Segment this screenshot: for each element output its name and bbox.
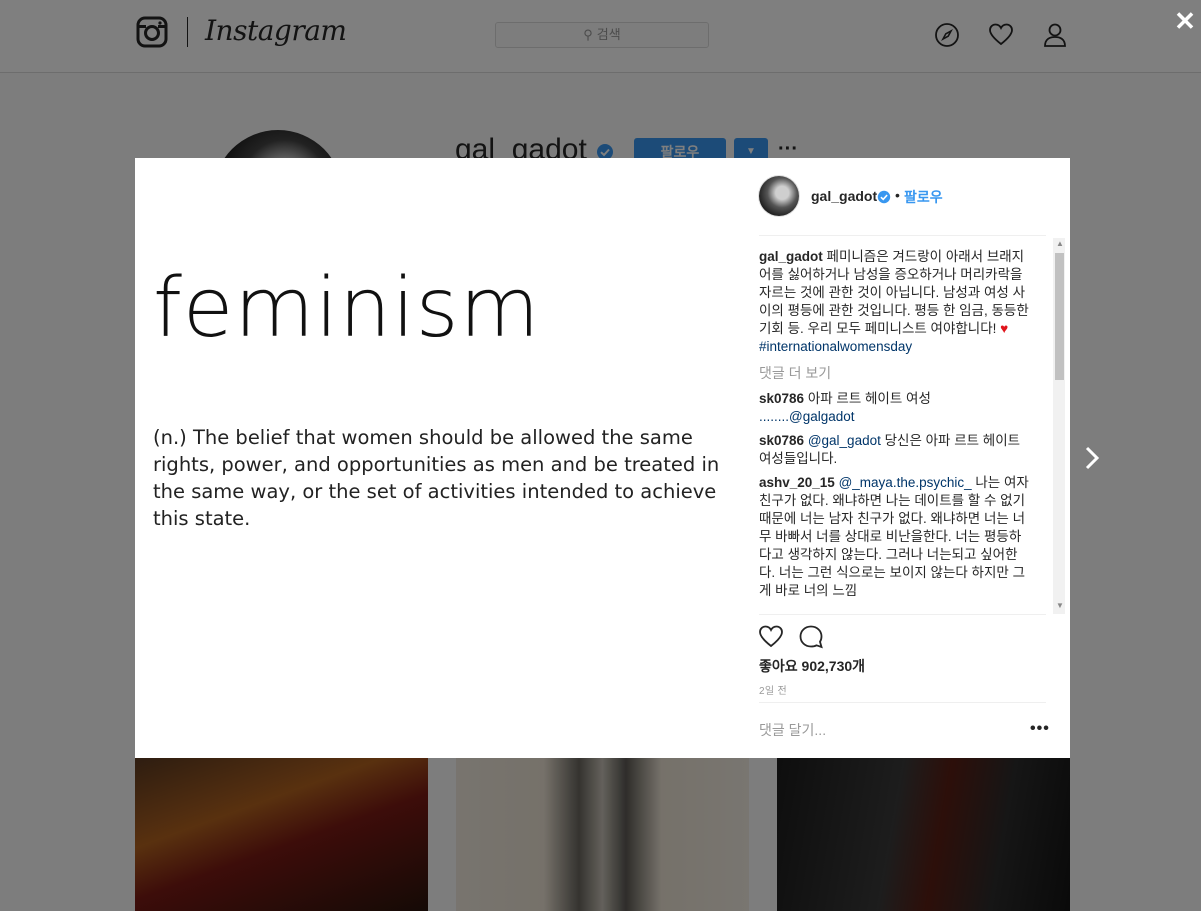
hashtag-link[interactable]: #internationalwomensday: [759, 339, 912, 354]
close-icon[interactable]: ✕: [1172, 8, 1198, 34]
comment-mention-link[interactable]: ........@galgadot: [759, 409, 855, 424]
caption-username[interactable]: gal_gadot: [759, 249, 823, 264]
comment-username[interactable]: sk0786: [759, 391, 804, 406]
comment-text: 아파 르트 헤이트 여성: [807, 391, 931, 406]
post-modal: feminism (n.) The belief that women shou…: [135, 158, 1070, 758]
avatar[interactable]: [759, 176, 799, 216]
comment-item: ashv_20_15 @_maya.the.psychic_ 나는 여자 친구가…: [759, 474, 1029, 600]
comment-item: sk0786 @gal_gadot 당신은 아파 르트 헤이트 여성들입니다.: [759, 432, 1029, 468]
comment-username[interactable]: sk0786: [759, 433, 804, 448]
post-header: gal_gadot • 팔로우: [735, 158, 1070, 236]
image-headline: feminism: [153, 261, 541, 356]
comment-text: 나는 여자 친구가 없다. 왜냐하면 나는 데이트를 할 수 없기 때문에 너는…: [759, 475, 1029, 598]
comment-mention-link[interactable]: @_maya.the.psychic_: [839, 475, 972, 490]
post-sidebar: gal_gadot • 팔로우 gal_gadot 페미니즘은 겨드랑이 아래서…: [735, 158, 1070, 758]
post-author-username[interactable]: gal_gadot: [811, 188, 877, 204]
image-definition: (n.) The belief that women should be all…: [153, 426, 720, 530]
chevron-right-icon[interactable]: [1078, 444, 1106, 472]
heart-emoji-icon: ♥: [1000, 321, 1009, 336]
comment-item: sk0786 아파 르트 헤이트 여성 ........@galgadot: [759, 390, 1029, 426]
comment-username[interactable]: ashv_20_15: [759, 475, 835, 490]
verified-badge-icon: [877, 190, 891, 204]
post-image[interactable]: feminism (n.) The belief that women shou…: [135, 158, 735, 758]
divider: [759, 235, 1046, 236]
follow-button[interactable]: 팔로우: [904, 187, 943, 207]
caption: gal_gadot 페미니즘은 겨드랑이 아래서 브래지어를 싫어하거나 남성을…: [759, 248, 1029, 356]
comments-list[interactable]: gal_gadot 페미니즘은 겨드랑이 아래서 브래지어를 싫어하거나 남성을…: [759, 248, 1029, 614]
comment-mention-link[interactable]: @gal_gadot: [808, 433, 881, 448]
header-separator: •: [895, 187, 900, 203]
load-more-comments-link[interactable]: 댓글 더 보기: [759, 364, 1029, 382]
